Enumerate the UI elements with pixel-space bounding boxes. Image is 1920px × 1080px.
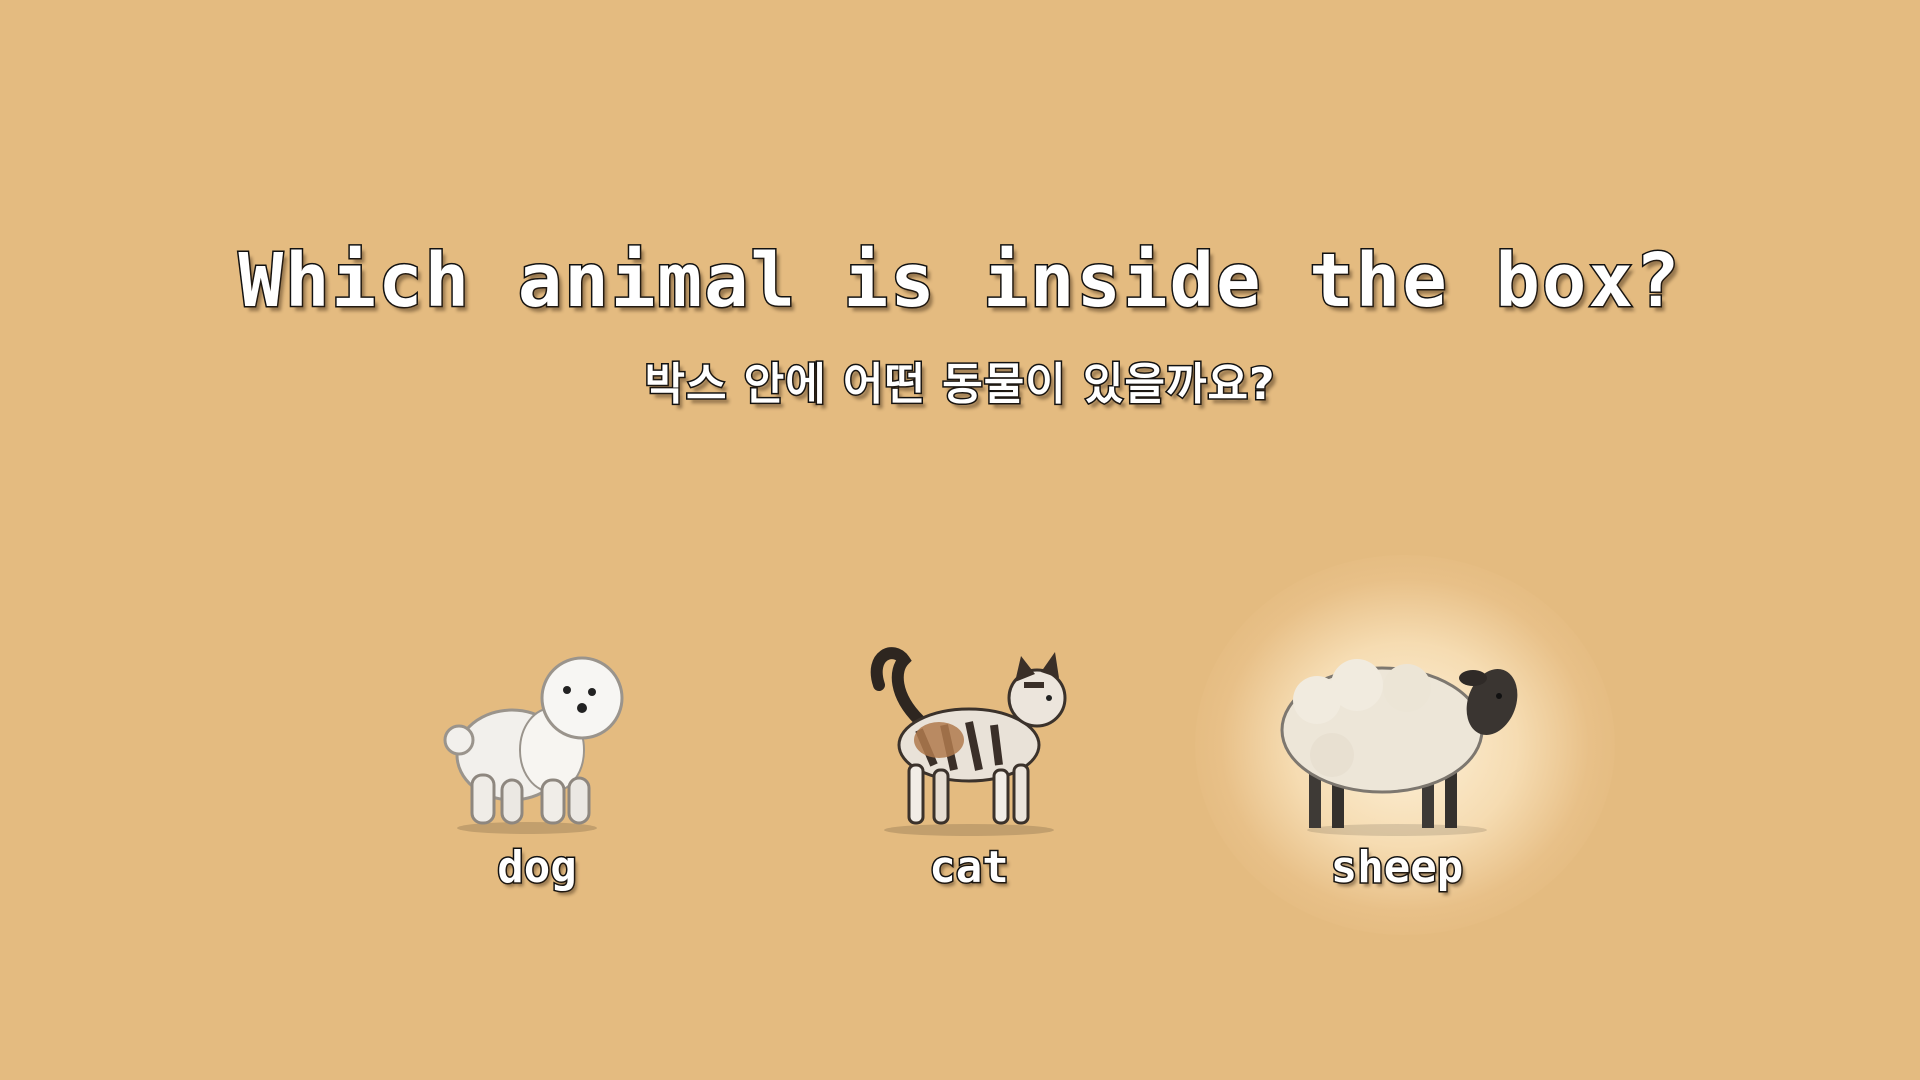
choice-label: cat xyxy=(928,841,1010,895)
choice-cat[interactable]: cat xyxy=(809,600,1129,940)
bichon-dog-icon xyxy=(443,656,624,834)
choice-dog[interactable]: dog xyxy=(377,600,697,940)
question-english: Which animal is inside the box? xyxy=(237,237,1682,326)
choice-sheep[interactable]: sheep xyxy=(1237,600,1557,940)
calico-cat-icon xyxy=(870,647,1067,836)
sheep-icon xyxy=(1280,659,1518,836)
choice-label: sheep xyxy=(1329,841,1464,895)
choice-label: dog xyxy=(496,841,578,895)
question-korean: 박스 안에 어떤 동물이 있을까요? xyxy=(643,358,1276,412)
